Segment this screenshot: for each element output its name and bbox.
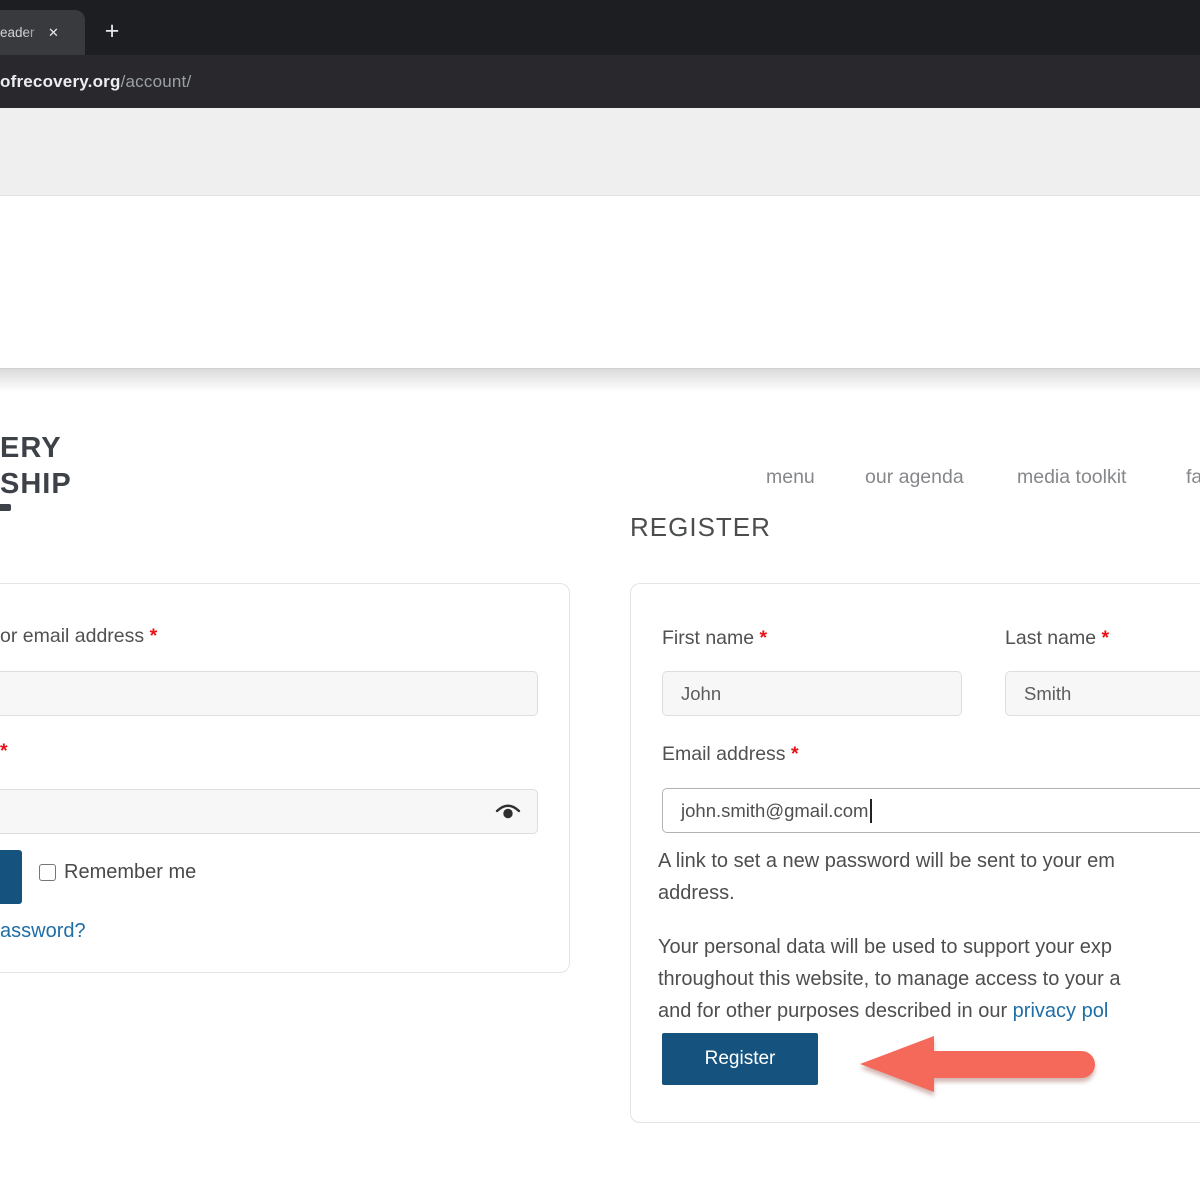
logo-text-line-2: SHIP	[0, 468, 72, 501]
logo-text-line-1: ERY	[0, 432, 62, 465]
first-name-input[interactable]: John	[662, 671, 962, 716]
last-name-label: Last name *	[1005, 627, 1109, 650]
header-shadow	[0, 368, 1200, 392]
required-asterisk: *	[150, 625, 158, 647]
email-input[interactable]: john.smith@gmail.com	[662, 788, 1200, 833]
username-label: or email address *	[0, 625, 157, 648]
browser-tab-strip: eader ✕ +	[0, 0, 1200, 55]
url-host: ofrecovery.org	[0, 72, 121, 91]
email-value: john.smith@gmail.com	[681, 800, 868, 822]
privacy-note-line-3: and for other purposes described in our …	[658, 1000, 1108, 1023]
site-header: ERY SHIP menu our agenda media toolkit f…	[0, 196, 1200, 368]
username-label-text: or email address	[0, 625, 144, 647]
remember-me-label: Remember me	[64, 861, 196, 884]
privacy-note-line-2: throughout this website, to manage acces…	[658, 968, 1121, 991]
email-label: Email address *	[662, 743, 799, 766]
password-label-fragment: *	[0, 740, 8, 763]
privacy-note-line-3-text: and for other purposes described in our	[658, 1000, 1013, 1022]
email-label-text: Email address	[662, 743, 786, 765]
password-note-line-1: A link to set a new password will be sen…	[658, 850, 1115, 873]
utility-bar: n CREATE AN	[0, 108, 1200, 196]
first-name-value: John	[681, 683, 721, 705]
register-button[interactable]: Register	[662, 1033, 818, 1085]
logo-fragment	[0, 504, 11, 511]
page-root: eader ✕ + ofrecovery.org/account/ n CREA…	[0, 0, 1200, 1200]
first-name-label-text: First name	[662, 627, 754, 649]
address-bar[interactable]: ofrecovery.org/account/	[0, 55, 1200, 108]
tab-title: eader	[0, 25, 44, 40]
show-password-eye-icon[interactable]	[495, 803, 521, 827]
privacy-note-line-1: Your personal data will be used to suppo…	[658, 936, 1112, 959]
annotation-arrow-icon	[860, 1034, 1098, 1096]
url-path: /account/	[121, 72, 192, 91]
nav-item-media-toolkit[interactable]: media toolkit	[1017, 466, 1126, 489]
required-asterisk: *	[791, 743, 799, 765]
privacy-policy-link[interactable]: privacy pol	[1013, 1000, 1109, 1022]
new-tab-icon[interactable]: +	[98, 18, 126, 46]
login-button-fragment[interactable]	[0, 850, 22, 904]
required-asterisk: *	[760, 627, 768, 649]
required-asterisk: *	[1101, 627, 1109, 649]
remember-me-checkbox[interactable]	[39, 864, 56, 881]
nav-item-fa[interactable]: fa	[1186, 466, 1200, 489]
first-name-label: First name *	[662, 627, 767, 650]
nav-item-our-agenda[interactable]: our agenda	[865, 466, 964, 489]
text-cursor	[870, 799, 872, 823]
lost-password-link[interactable]: assword?	[0, 920, 86, 943]
nav-item-menu[interactable]: menu	[766, 466, 815, 489]
username-input[interactable]	[0, 671, 538, 716]
last-name-label-text: Last name	[1005, 627, 1096, 649]
url-text: ofrecovery.org/account/	[0, 72, 191, 92]
browser-tab[interactable]: eader ✕	[0, 10, 85, 55]
password-note-line-2: address.	[658, 882, 735, 905]
last-name-input[interactable]: Smith	[1005, 671, 1200, 716]
last-name-value: Smith	[1024, 683, 1071, 705]
tab-close-icon[interactable]: ✕	[48, 25, 59, 41]
register-heading: REGISTER	[630, 512, 771, 543]
required-asterisk: *	[0, 740, 8, 762]
password-input[interactable]	[0, 789, 538, 834]
